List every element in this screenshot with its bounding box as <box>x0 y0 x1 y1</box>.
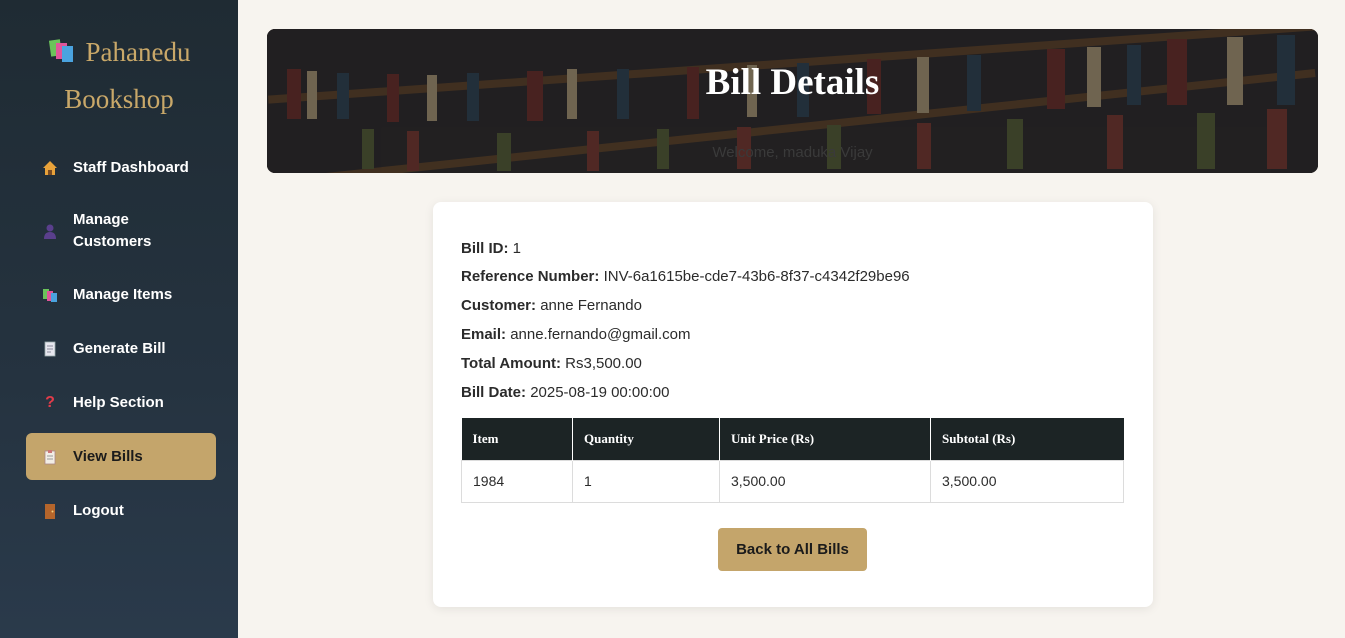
bill-id-row: Bill ID: 1 <box>461 239 521 259</box>
sidebar-item-label: Manage Customers <box>73 211 152 250</box>
clipboard-icon <box>42 449 58 465</box>
field-label: Customer: <box>461 297 537 314</box>
books-icon <box>42 287 58 303</box>
field-label: Email: <box>461 326 507 343</box>
column-header-quantity: Quantity <box>572 418 720 460</box>
email-row: Email: anne.fernando@gmail.com <box>461 325 691 345</box>
cell-item: 1984 <box>461 459 573 503</box>
person-icon <box>42 223 58 239</box>
cell-quantity: 1 <box>572 459 720 503</box>
door-icon <box>42 503 58 519</box>
sidebar-item-manage-customers[interactable]: Manage Customers <box>26 209 216 253</box>
cell-subtotal: 3,500.00 <box>930 459 1124 503</box>
sidebar-item-label: Logout <box>73 502 124 519</box>
field-value: anne Fernando <box>540 297 642 314</box>
brand-logo[interactable]: Pahanedu Bookshop <box>0 30 238 121</box>
sidebar-item-label: Help Section <box>73 394 164 411</box>
brand-name-line1: Pahanedu <box>85 37 191 67</box>
back-to-all-bills-button[interactable]: Back to All Bills <box>718 528 867 571</box>
sidebar-item-help-section[interactable]: ? Help Section <box>26 392 216 414</box>
page-title: Bill Details <box>705 62 880 103</box>
table-header-row: Item Quantity Unit Price (Rs) Subtotal (… <box>461 418 1124 460</box>
cell-unit-price: 3,500.00 <box>719 459 931 503</box>
sidebar-item-label: Staff Dashboard <box>73 159 189 176</box>
field-label: Bill Date: <box>461 384 527 401</box>
page-header-banner: Bill Details Welcome, maduka Vijay <box>267 29 1318 173</box>
question-icon: ? <box>45 394 55 411</box>
field-value: Rs3,500.00 <box>565 355 642 372</box>
field-value: 2025-08-19 00:00:00 <box>530 384 670 401</box>
sidebar-item-label: Generate Bill <box>73 340 166 357</box>
reference-number-row: Reference Number: INV-6a1615be-cde7-43b6… <box>461 267 910 287</box>
sidebar-item-manage-items[interactable]: Manage Items <box>26 284 216 306</box>
field-label: Reference Number: <box>461 268 600 285</box>
column-header-item: Item <box>461 418 573 460</box>
sidebar: Pahanedu Bookshop Staff Dashboard Manage… <box>0 0 238 638</box>
field-value: INV-6a1615be-cde7-43b6-8f37-c4342f29be96 <box>603 268 910 285</box>
bill-items-table: Item Quantity Unit Price (Rs) Subtotal (… <box>461 418 1124 503</box>
sidebar-item-view-bills[interactable]: View Bills <box>26 433 216 480</box>
column-header-unit-price: Unit Price (Rs) <box>719 418 931 460</box>
sidebar-item-label: View Bills <box>73 447 143 465</box>
column-header-subtotal: Subtotal (Rs) <box>930 418 1124 460</box>
sidebar-item-logout[interactable]: Logout <box>26 500 216 522</box>
table-row: 1984 1 3,500.00 3,500.00 <box>461 459 1124 503</box>
field-label: Total Amount: <box>461 355 561 372</box>
field-label: Bill ID: <box>461 240 509 257</box>
welcome-text: Welcome, maduka Vijay <box>712 144 873 161</box>
brand-name-line2: Bookshop <box>64 84 174 114</box>
field-value: anne.fernando@gmail.com <box>510 326 691 343</box>
receipt-icon <box>42 341 58 357</box>
sidebar-item-label: Manage Items <box>73 286 173 303</box>
sidebar-item-staff-dashboard[interactable]: Staff Dashboard <box>26 157 216 179</box>
books-icon <box>48 33 76 77</box>
house-icon <box>42 160 58 176</box>
customer-row: Customer: anne Fernando <box>461 296 642 316</box>
sidebar-item-generate-bill[interactable]: Generate Bill <box>26 338 216 360</box>
bill-details-card: Bill ID: 1 Reference Number: INV-6a1615b… <box>433 202 1153 607</box>
field-value: 1 <box>512 240 522 257</box>
total-amount-row: Total Amount: Rs3,500.00 <box>461 354 642 374</box>
bill-date-row: Bill Date: 2025-08-19 00:00:00 <box>461 383 669 403</box>
